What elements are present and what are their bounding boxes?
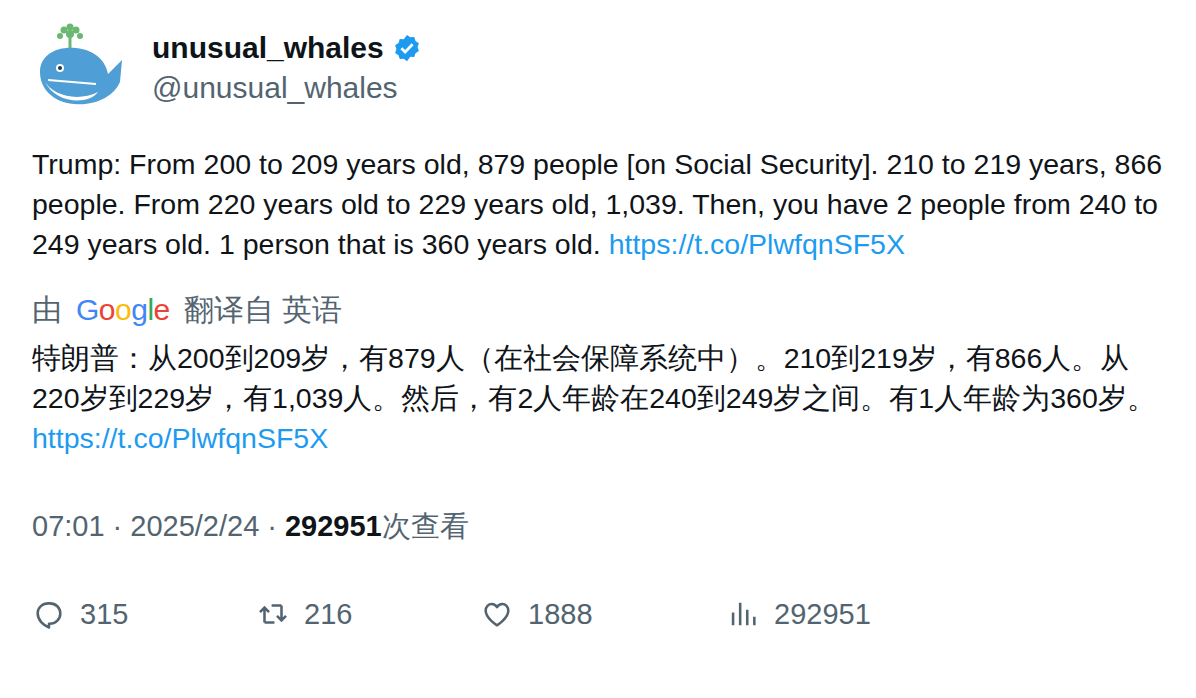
tweet-text: Trump: From 200 to 209 years old, 879 pe… [32,144,1164,264]
action-count: 315 [80,594,128,634]
reply-button[interactable]: 315 [32,594,256,634]
heart-icon [480,597,514,631]
action-count: 1888 [528,594,593,634]
tweet-date[interactable]: 2025/2/24 [130,506,259,546]
google-logo: Google [76,290,170,330]
like-button[interactable]: 1888 [480,594,726,634]
author-handle[interactable]: @unusual_whales [152,69,422,107]
translation-label: 由Google翻译自 英语 [32,290,1164,330]
author-name[interactable]: unusual_whales [152,29,384,67]
tweet-link[interactable]: https://t.co/PlwfqnSF5X [609,228,905,260]
translated-text: 特朗普：从200到209岁，有879人（在社会保障系统中）。210到219岁，有… [32,338,1164,458]
reply-icon [32,597,66,631]
retweet-icon [256,597,290,631]
translated-link[interactable]: https://t.co/PlwfqnSF5X [32,422,328,454]
tweet: unusual_whales@unusual_whales Trump: From… [0,0,1196,698]
action-count: 292951 [774,594,871,634]
action-bar: 315 216 1888 292951 [32,594,1164,634]
views-chart-icon [726,597,760,631]
whale-avatar-icon[interactable] [34,22,126,114]
tweet-meta: 07:01·2025/2/24·292951次查看 [32,506,1164,546]
action-count: 216 [304,594,352,634]
tweet-header: unusual_whales@unusual_whales [32,22,1164,114]
tweet-time[interactable]: 07:01 [32,506,105,546]
retweet-button[interactable]: 216 [256,594,480,634]
view-count: 292951次查看 [285,506,469,546]
verified-badge-icon [392,33,422,63]
views-button[interactable]: 292951 [726,594,950,634]
